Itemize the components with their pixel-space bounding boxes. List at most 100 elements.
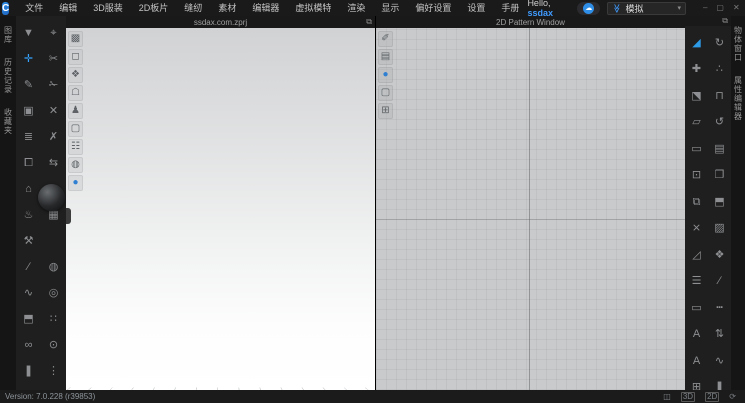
paper-pattern-icon[interactable]: ▢ — [378, 85, 393, 101]
shape-cut-icon[interactable]: ⬔ — [685, 83, 708, 110]
tape-measure-icon[interactable]: ✂ — [41, 46, 66, 72]
cross-tool-icon[interactable]: ✗ — [41, 124, 66, 150]
globe-render-icon[interactable]: ● — [68, 175, 83, 191]
transform-pattern-icon[interactable]: ↻ — [708, 30, 731, 57]
tab-property-editor[interactable]: 属性编辑器 — [733, 76, 744, 121]
copy-pattern-icon[interactable]: ❐ — [708, 163, 731, 190]
stitch-line-icon[interactable]: ∕ — [16, 254, 41, 280]
polygon-tool-icon[interactable]: ▱ — [685, 110, 708, 137]
grid-table-icon[interactable]: ⊞ — [378, 103, 393, 119]
triangle-select-icon[interactable]: ◢ — [685, 30, 708, 57]
tab-object-window[interactable]: 物体窗口 — [733, 26, 744, 62]
ruler-measure-icon[interactable]: ▭ — [685, 295, 708, 322]
pattern-scroll-icon[interactable]: ≣ — [16, 124, 41, 150]
tshirt-panel-icon[interactable]: ⬒ — [708, 189, 731, 216]
menu-item[interactable]: 缝纫 — [176, 0, 210, 16]
dart-dash-icon[interactable]: ┅ — [708, 295, 731, 322]
menu-item[interactable]: 编辑 — [51, 0, 85, 16]
zipper-icon[interactable]: ⋮ — [41, 358, 66, 384]
remove-tape-icon[interactable]: ✁ — [41, 72, 66, 98]
tshirt-white-icon[interactable]: ❖ — [68, 67, 83, 83]
tab-favorites[interactable]: 收藏夹 — [3, 108, 14, 135]
menu-item[interactable]: 虚拟模特 — [287, 0, 339, 16]
minimize-button[interactable]: – — [703, 0, 707, 16]
texture-swatch-icon[interactable]: ▨ — [708, 216, 731, 243]
buttons-grid-icon[interactable]: ∷ — [41, 306, 66, 332]
iron-press-icon[interactable]: ⚒ — [16, 228, 41, 254]
unfold-cross-icon[interactable]: ⨯ — [685, 216, 708, 243]
menu-item[interactable]: 文件 — [17, 0, 51, 16]
needle-tool-icon[interactable]: ✐ — [378, 31, 393, 47]
badge-2d[interactable]: 2D — [705, 392, 719, 402]
material-sphere-preview[interactable] — [38, 184, 65, 211]
magnifier-blue-icon[interactable]: ● — [378, 67, 393, 83]
pattern-shirt-icon[interactable]: ▤ — [378, 49, 393, 65]
menu-item[interactable]: 渲染 — [339, 0, 373, 16]
panel-collapse-handle[interactable] — [66, 208, 71, 224]
pin-tool-icon[interactable]: ✛ — [16, 46, 41, 72]
menu-item[interactable]: 显示 — [373, 0, 407, 16]
split-view-icon[interactable]: ◫ — [663, 393, 671, 401]
tshirt-outline-icon[interactable]: ◻ — [68, 49, 83, 65]
refresh-icon[interactable]: ⟳ — [729, 393, 736, 401]
curve-stitch-icon[interactable]: ∿ — [16, 280, 41, 306]
trousers-icon[interactable]: ❚ — [16, 358, 41, 384]
text-tool-icon[interactable]: A — [685, 322, 708, 349]
viewport-3d[interactable]: ▩ ◻ ❖ ☖ — [66, 28, 375, 390]
ring-tool-icon[interactable]: ◍ — [41, 254, 66, 280]
material-sphere-slot-icon[interactable] — [41, 228, 66, 254]
zigzag-stitch-icon[interactable]: ∿ — [708, 348, 731, 375]
image-trace-icon[interactable]: ⊡ — [685, 163, 708, 190]
garment-fit-icon[interactable]: ▣ — [16, 98, 41, 124]
grid-axis-vertical — [529, 28, 530, 390]
menu-item[interactable]: 设置 — [459, 0, 493, 16]
pen-tool-icon[interactable]: ✎ — [16, 72, 41, 98]
tab-library[interactable]: 图库 — [3, 26, 14, 44]
fold-arrange-icon[interactable]: ⧠ — [16, 150, 41, 176]
tab-history[interactable]: 历史记录 — [3, 58, 14, 94]
trace-tool-icon[interactable]: ⊓ — [708, 83, 731, 110]
mode-dropdown[interactable]: ≫ 模拟 ▾ — [607, 2, 686, 15]
shirt-panel-icon[interactable]: ⬒ — [16, 306, 41, 332]
edit-points-icon[interactable]: ∴ — [708, 57, 731, 84]
close-button[interactable]: ✕ — [733, 0, 740, 16]
garment-dark-icon[interactable]: ▩ — [68, 31, 83, 47]
menu-item[interactable]: 2D板片 — [131, 0, 177, 16]
button-pair-icon[interactable]: ∞ — [16, 332, 41, 358]
menu-item[interactable]: 3D服装 — [85, 0, 131, 16]
buttonhole-icon[interactable]: ⊙ — [41, 332, 66, 358]
steam-brush-icon[interactable]: ♨ — [16, 202, 41, 228]
menu-item[interactable]: 编辑器 — [244, 0, 287, 16]
username-link[interactable]: ssdax — [527, 8, 553, 18]
edit-curve-icon[interactable]: ✚ — [685, 57, 708, 84]
mannequin-icon[interactable]: ♟ — [68, 103, 83, 119]
swap-arrange-icon[interactable]: ⇆ — [41, 150, 66, 176]
pleats-tool-icon[interactable]: ☰ — [685, 269, 708, 296]
lasso-tool-icon[interactable]: ◿ — [685, 242, 708, 269]
folder-pattern-icon[interactable]: ▤ — [708, 136, 731, 163]
select-move-icon[interactable]: ▼ — [16, 20, 41, 46]
avatar-walk-icon[interactable]: ⌖ — [41, 20, 66, 46]
layers-icon[interactable]: ⧉ — [685, 189, 708, 216]
head-display-icon[interactable]: ◍ — [68, 157, 83, 173]
flatten-tool-icon[interactable]: ✕ — [41, 98, 66, 124]
seam-line-icon[interactable]: ∕ — [708, 269, 731, 296]
stamp-tool-icon[interactable]: ❖ — [708, 242, 731, 269]
cloud-sync-button[interactable]: ☁ — [577, 2, 600, 15]
frame-display-icon[interactable]: ▢ — [68, 121, 83, 137]
rectangle-tool-icon[interactable]: ▭ — [685, 136, 708, 163]
menu-item[interactable]: 素材 — [210, 0, 244, 16]
grading-ring-icon[interactable]: ◎ — [41, 280, 66, 306]
badge-3d[interactable]: 3D — [681, 392, 695, 402]
fabric-display-icon[interactable]: ☷ — [68, 139, 83, 155]
rotate-ccw-icon[interactable]: ↺ — [708, 110, 731, 137]
menu-item[interactable]: 偏好设置 — [407, 0, 459, 16]
hand-pose-icon[interactable]: ☖ — [68, 85, 83, 101]
menu-item[interactable]: 手册 — [493, 0, 527, 16]
viewport-2d[interactable]: ✐ ▤ ● ▢ — [376, 28, 685, 390]
maximize-button[interactable]: ▢ — [716, 0, 724, 16]
annotation-text-icon[interactable]: A — [685, 348, 708, 375]
popout-icon[interactable]: ⧉ — [366, 17, 372, 27]
notch-swap-icon[interactable]: ⇅ — [708, 322, 731, 349]
grid-axis-horizontal — [376, 219, 685, 220]
